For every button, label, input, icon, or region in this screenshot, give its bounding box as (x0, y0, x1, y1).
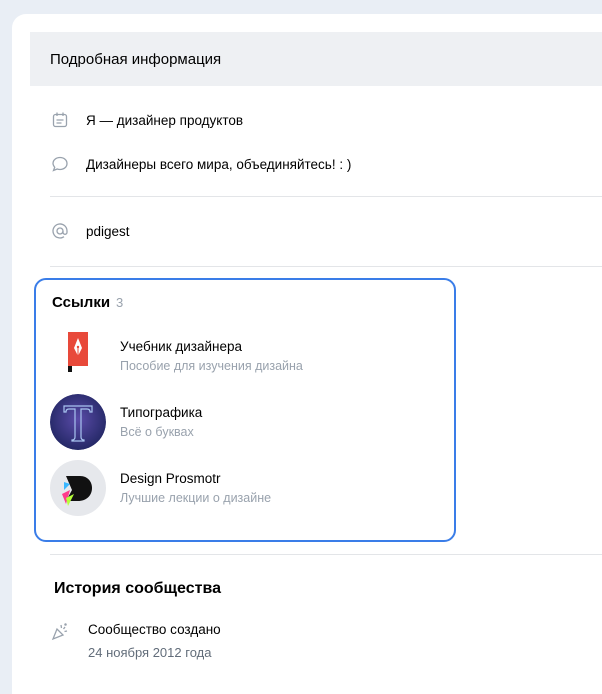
at-sign-icon (50, 221, 70, 241)
link-item-uchebnik[interactable]: Учебник дизайнера Пособие для изучения д… (50, 328, 303, 384)
links-section: Ссылки 3 Учебник дизайнера Пособие для и… (34, 278, 456, 542)
link-description: Лучшие лекции о дизайне (120, 491, 272, 505)
details-header-title: Подробная информация (50, 50, 222, 68)
links-title: Ссылки (52, 294, 111, 311)
design-prosmotr-logo-icon (50, 460, 106, 516)
links-count: 3 (116, 295, 124, 310)
community-created-row: Сообщество создано 24 ноября 2012 года (50, 622, 221, 660)
link-description: Всё о буквах (120, 425, 194, 439)
motto-text: Дизайнеры всего мира, объединяйтесь! : ) (86, 156, 352, 172)
divider (50, 554, 602, 555)
community-info-card: Подробная информация Я — дизайнер продук… (12, 14, 602, 694)
status-row: Я — дизайнер продуктов (50, 110, 243, 130)
status-text: Я — дизайнер продуктов (86, 112, 244, 128)
username-row[interactable]: pdigest (50, 221, 130, 241)
link-name[interactable]: Типографика (120, 405, 202, 420)
details-header: Подробная информация (30, 32, 602, 86)
motto-row: Дизайнеры всего мира, объединяйтесь! : ) (50, 154, 351, 174)
link-name[interactable]: Учебник дизайнера (120, 339, 303, 354)
typography-t-logo-icon (50, 394, 106, 450)
divider (50, 196, 602, 197)
party-popper-icon (50, 622, 70, 647)
divider (50, 266, 602, 267)
link-item-design-prosmotr[interactable]: Design Prosmotr Лучшие лекции о дизайне (50, 460, 271, 516)
history-title: История сообщества (54, 580, 221, 597)
link-name[interactable]: Design Prosmotr (120, 471, 271, 486)
created-date: 24 ноября 2012 года (88, 645, 212, 660)
speech-bubble-icon (50, 154, 70, 174)
book-pen-logo-icon (50, 328, 106, 384)
username-text[interactable]: pdigest (86, 224, 130, 239)
calendar-note-icon (50, 110, 70, 130)
link-item-typografika[interactable]: Типографика Всё о буквах (50, 394, 202, 450)
link-description: Пособие для изучения дизайна (120, 359, 303, 373)
created-label: Сообщество создано (88, 622, 221, 637)
links-heading: Ссылки 3 (52, 294, 123, 311)
